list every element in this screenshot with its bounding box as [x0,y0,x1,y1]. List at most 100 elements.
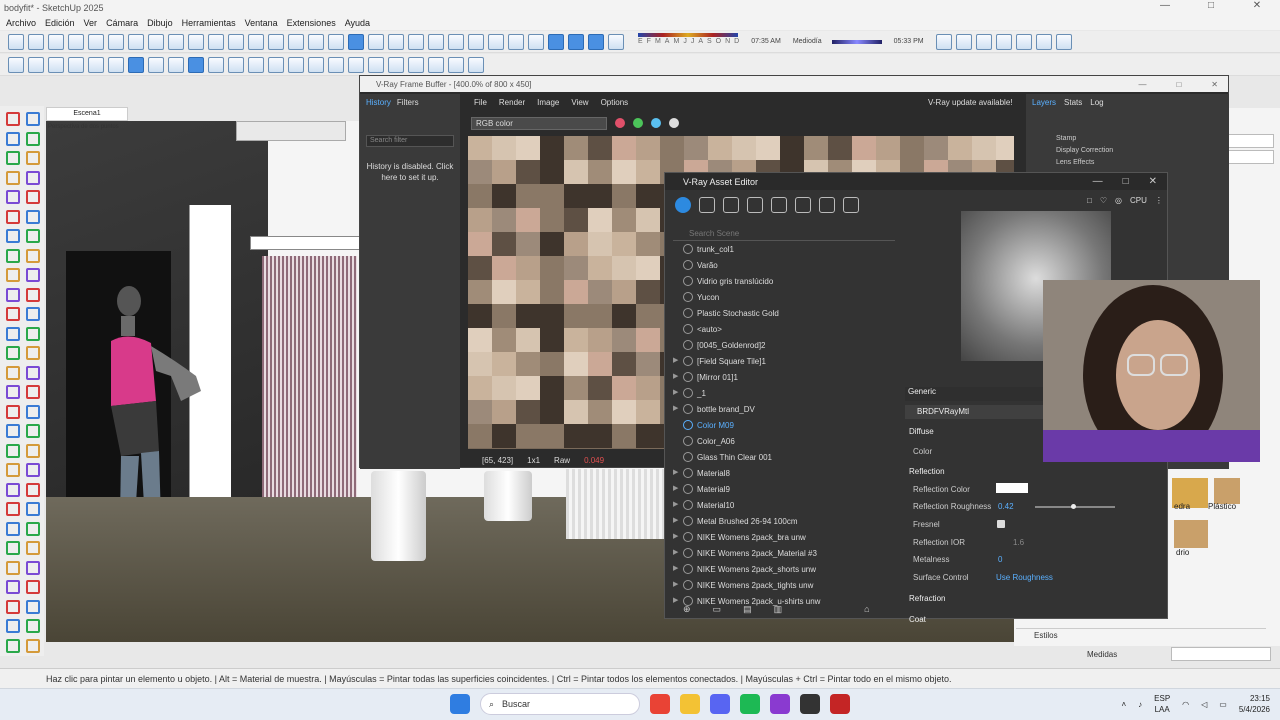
open-folder-icon[interactable]: ▭ [713,604,722,618]
tool-icon[interactable] [26,424,40,438]
tool-icon[interactable] [6,463,20,477]
shadow-toggle-icon[interactable] [548,33,564,50]
expand-arrow-icon[interactable]: ▶ [673,548,678,556]
reflection-ior-value[interactable]: 1.6 [1013,538,1024,547]
menu-dibujo[interactable]: Dibujo [147,18,173,28]
group-icon[interactable] [975,33,992,50]
expand-arrow-icon[interactable]: ▶ [673,596,678,604]
render-elements-icon[interactable] [771,197,787,213]
expand-arrow-icon[interactable]: ▶ [673,532,678,540]
scenes-icon[interactable] [1035,33,1052,50]
cleanup-icon[interactable]: ⌂ [864,604,869,618]
hexagon-icon[interactable] [248,56,264,73]
pencil-icon[interactable] [148,56,164,73]
tool-icon[interactable] [26,443,40,458]
look-around-icon[interactable] [508,33,524,50]
file-explorer-icon[interactable] [680,694,700,714]
close-button[interactable]: ✕ [1234,0,1280,11]
right-view-icon[interactable] [328,33,344,50]
material-item[interactable]: [0045_Goldenrod]2 [673,337,895,353]
settings-app-icon[interactable] [800,694,820,714]
walk-icon[interactable] [488,33,504,50]
material-item[interactable]: ▶ NIKE Womens 2pack_bra unw [673,529,895,545]
material-item[interactable]: ▶ Material10 [673,497,895,513]
vfb-menu-view[interactable]: View [571,98,588,107]
tool-icon[interactable] [26,404,40,419]
x-icon[interactable] [48,56,64,73]
tool-icon[interactable] [6,307,20,321]
menu-ventana[interactable]: Ventana [245,18,278,28]
sun-icon[interactable] [588,33,604,50]
material-item[interactable]: ▶ _1 [673,385,895,401]
app-icon[interactable] [770,694,790,714]
layers-icon[interactable] [1015,33,1032,50]
metalness-value[interactable]: 0 [998,555,1002,564]
preview-sphere-icon[interactable]: ◎ [1115,196,1122,205]
tool-icon[interactable] [6,502,20,516]
section-fill-icon[interactable] [468,33,484,50]
tool-icon[interactable] [26,463,40,477]
color-mode[interactable]: Raw [554,456,570,465]
tool-icon[interactable] [26,599,40,614]
front-view-icon[interactable] [308,33,324,50]
vfb-menu-render[interactable]: Render [499,98,525,107]
scene-search-input[interactable]: Search Scene [673,227,895,241]
fresnel-checkbox[interactable] [997,520,1005,528]
magnet-active-icon[interactable] [188,56,204,73]
time-slider[interactable] [831,39,882,44]
tool-icon[interactable] [26,131,40,146]
tool-icon[interactable] [26,190,40,204]
history-disabled-message[interactable]: History is disabled. Click here to set i… [360,161,460,183]
material-item[interactable]: Color_A06 [673,433,895,449]
section-coat[interactable]: Coat [909,615,926,624]
material-item[interactable]: ▶ NIKE Womens 2pack_Material #3 [673,545,895,561]
tool-icon[interactable] [6,346,20,360]
print-icon[interactable] [228,33,244,50]
cube3-icon[interactable] [368,56,384,73]
windows-start-icon[interactable] [450,694,470,714]
tool-icon[interactable] [26,112,40,126]
tool-icon[interactable] [26,287,40,302]
open-icon[interactable] [68,33,84,50]
material-item[interactable]: ▶ bottle brand_DV [673,401,895,417]
hexagon2-icon[interactable] [268,56,284,73]
expand-arrow-icon[interactable]: ▶ [673,388,678,396]
red-channel-icon[interactable] [615,118,625,128]
material-item[interactable]: <auto> [673,321,895,337]
tool-icon[interactable] [6,170,20,185]
settings-icon[interactable] [28,56,44,73]
surface-control-value[interactable]: Use Roughness [996,573,1053,582]
history-filter-input[interactable]: Search filter [366,135,454,147]
tool-icon[interactable] [6,580,20,594]
tool-icon[interactable] [6,112,20,126]
ae-maximize[interactable]: □ [1123,176,1129,187]
tool-icon[interactable] [26,619,40,633]
tool-icon[interactable] [6,619,20,633]
tool-icon[interactable] [26,307,40,321]
menu-herramientas[interactable]: Herramientas [182,18,236,28]
tool-icon[interactable] [6,560,20,575]
ae-minimize[interactable]: — [1093,176,1103,187]
location-icon[interactable] [935,33,952,50]
user-icon[interactable] [28,33,44,50]
save-material-icon[interactable]: ▤ [743,604,752,618]
new-icon[interactable] [48,33,64,50]
tool-icon[interactable] [6,248,20,263]
vfb-menu-file[interactable]: File [474,98,487,107]
sketchup-icon[interactable] [830,694,850,714]
tool-icon[interactable] [26,580,40,594]
layer-stamp[interactable]: Stamp [1026,133,1229,145]
discord-icon[interactable] [710,694,730,714]
expand-arrow-icon[interactable]: ▶ [673,516,678,524]
cube6-icon[interactable] [428,56,444,73]
tool-icon[interactable] [26,151,40,165]
preview-engine[interactable]: CPU [1130,196,1147,205]
hexagon3-icon[interactable] [288,56,304,73]
volume-icon[interactable]: ◁ [1201,700,1207,709]
clock[interactable]: 23:15 5/4/2026 [1239,693,1270,715]
maximize-button[interactable]: □ [1188,0,1234,11]
add-material-icon[interactable]: ⊕ [683,604,691,618]
vfb-menu-options[interactable]: Options [601,98,629,107]
tool-icon[interactable] [6,521,20,536]
tool-icon[interactable] [6,151,20,165]
